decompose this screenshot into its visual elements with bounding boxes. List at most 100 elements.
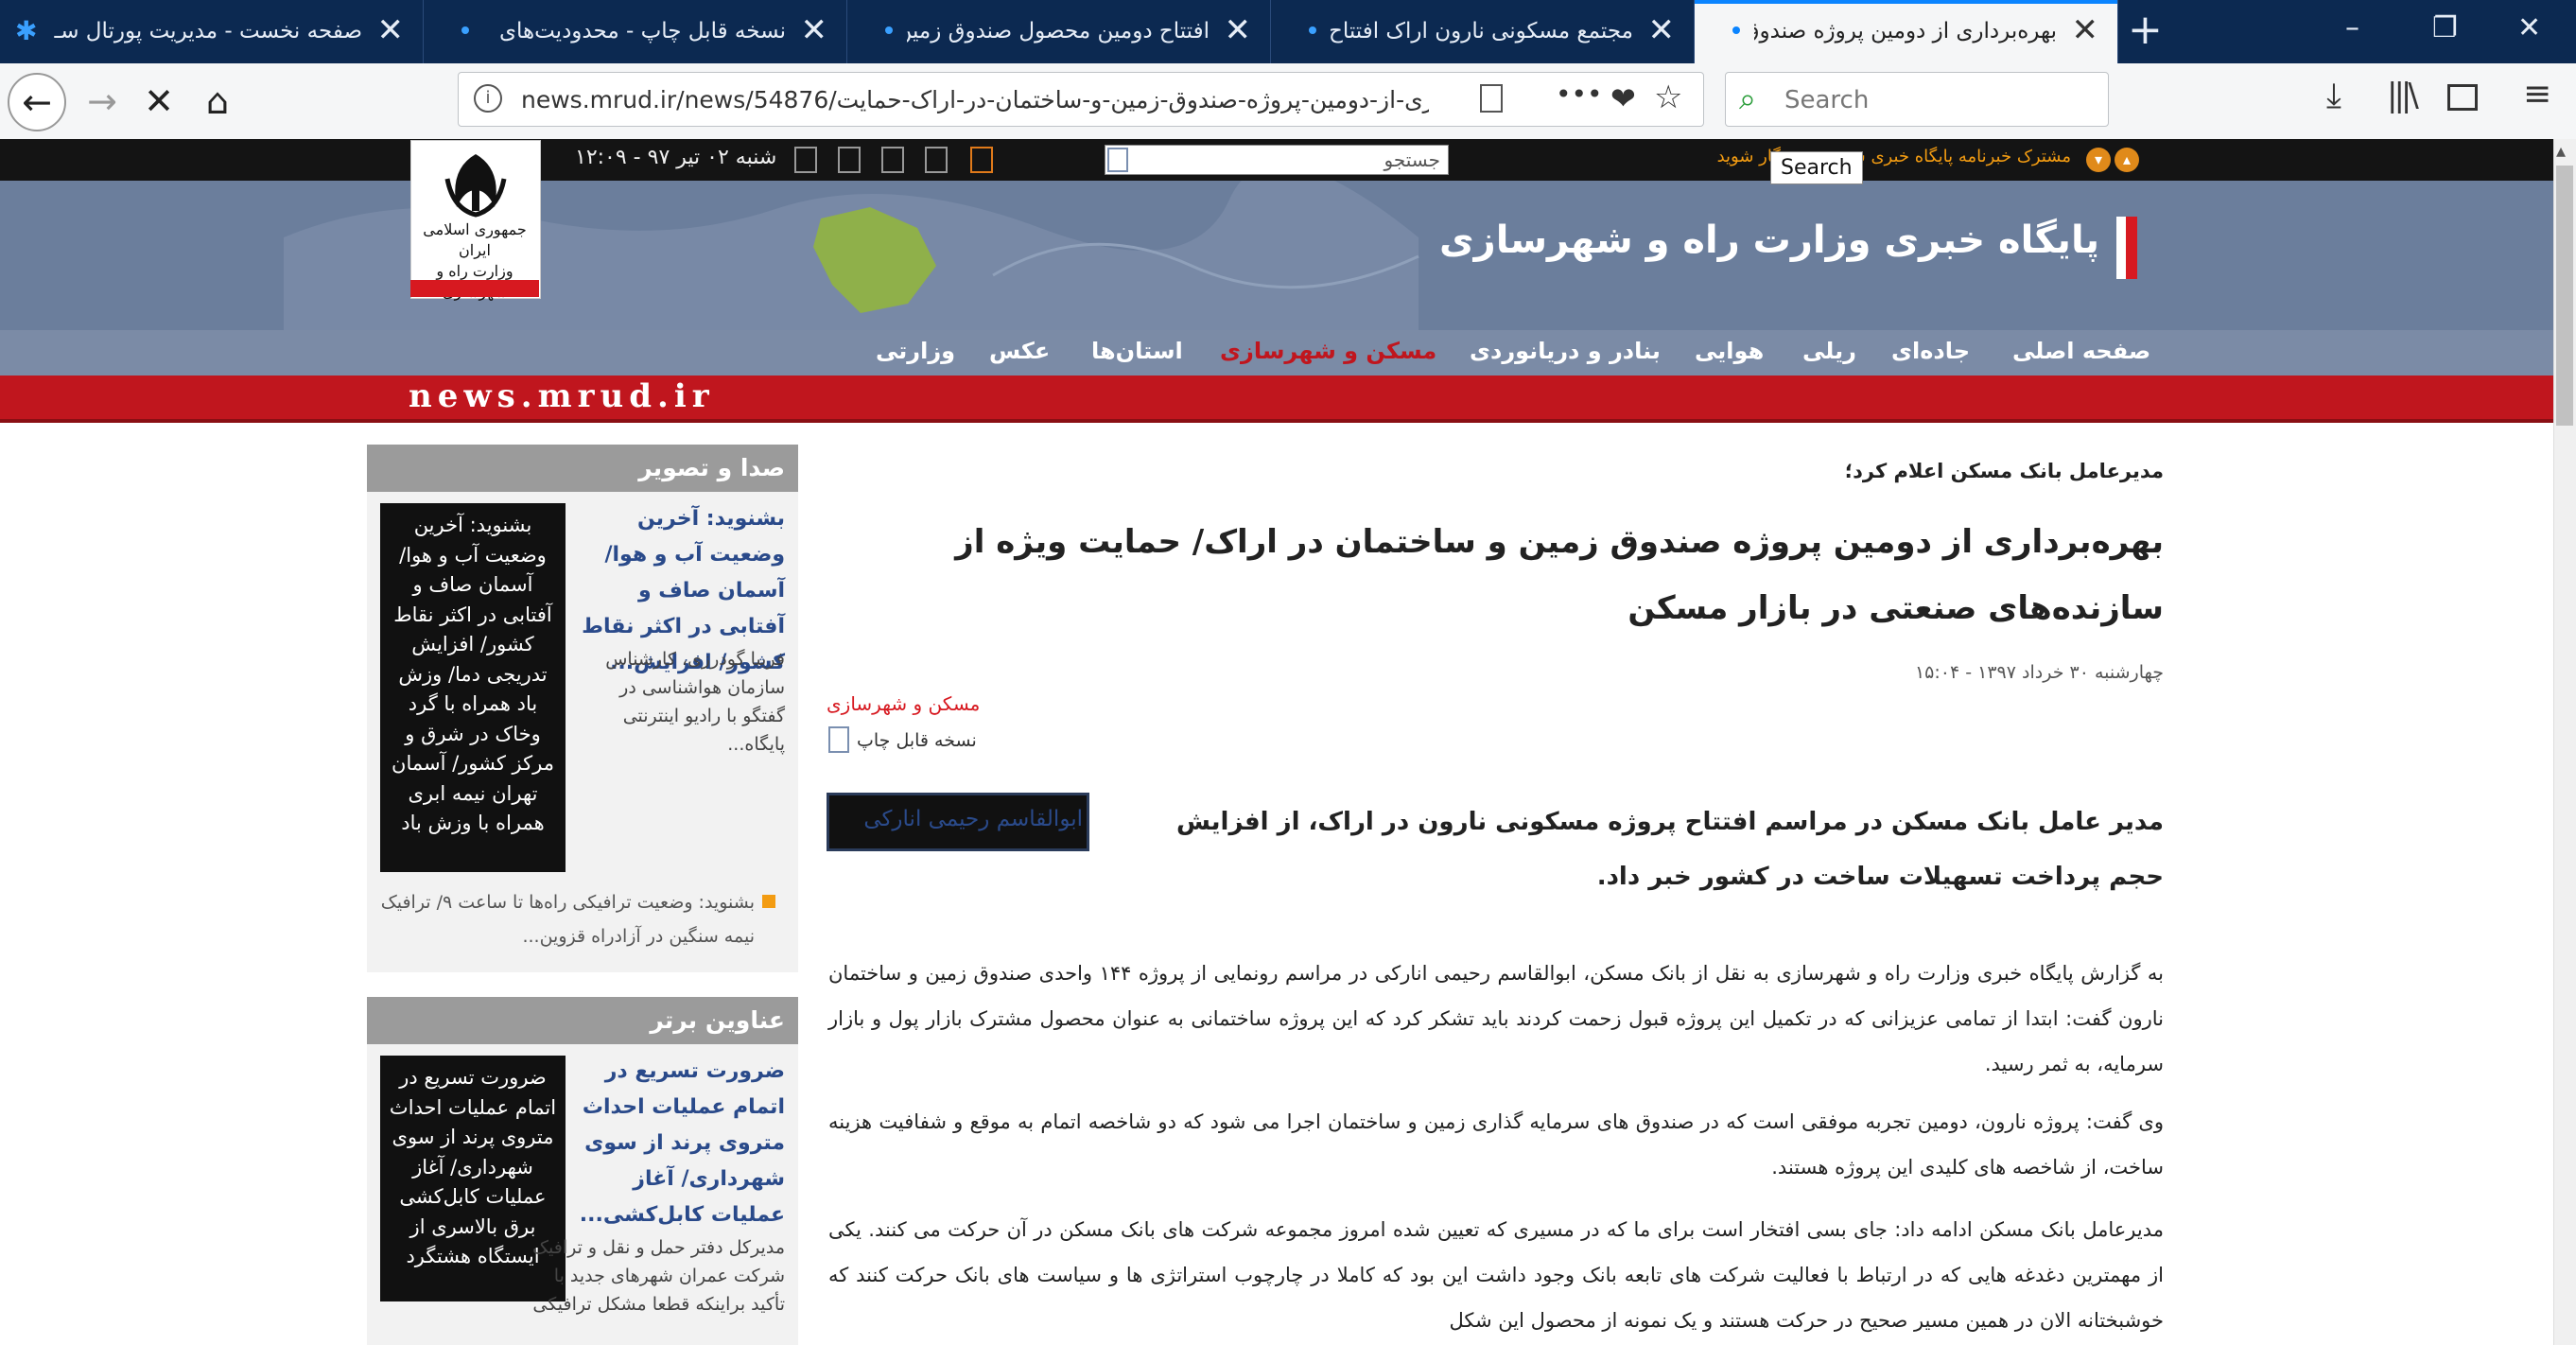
search-box[interactable]: ⌕ Search	[1725, 72, 2109, 127]
tab-portal-home[interactable]: ✱ صفحه نخست - مدیریت پورتال سـ ✕	[0, 0, 424, 63]
stop-icon: ✕	[144, 80, 174, 122]
world-map-backdrop	[284, 181, 1419, 330]
site-search-placeholder: جستجو	[1384, 148, 1440, 171]
menu-item-ministry[interactable]: وزارتی	[876, 338, 955, 364]
rss-icon[interactable]	[881, 147, 904, 173]
media-thumbnail[interactable]: بشنوید: آخرین وضعیت آب و هوا/ آسمان صاف …	[380, 503, 566, 872]
main-menu: صفحه اصلی جاده‌ای ریلی هوایی بنادر و دری…	[0, 330, 2553, 376]
bullet-square-icon	[762, 895, 775, 908]
article-lead: مدیر عامل بانک مسکن در مراسم افتتاح پروژ…	[1176, 808, 2164, 891]
tab-strip: ✱ صفحه نخست - مدیریت پورتال سـ ✕ نسخه قا…	[0, 0, 2576, 63]
reader-view-icon[interactable]	[1480, 84, 1503, 113]
archive-icon[interactable]	[925, 147, 948, 173]
tab-title: نسخه قابل چاپ - محدودیت‌های	[498, 19, 786, 44]
address-bar[interactable]: i news.mrud.ir/news/54876/بهره‌برداری-از…	[458, 72, 1704, 127]
restore-button[interactable]: ❐	[2432, 11, 2458, 44]
back-button[interactable]: ←	[8, 73, 66, 131]
tab-active-article[interactable]: بهره‌برداری از دومین پروژه صندوق ✕	[1695, 0, 2118, 63]
newsletter-up-icon[interactable]: ▴	[2115, 148, 2139, 172]
search-placeholder: Search	[1784, 86, 1870, 114]
site-search-input[interactable]: جستجو	[1105, 145, 1449, 175]
site-domain-text: news.mrud.ir	[409, 377, 715, 415]
menu-item-housing[interactable]: مسکن و شهرسازی	[1220, 338, 1436, 364]
newsletter-down-icon[interactable]: ▾	[2086, 148, 2111, 172]
minimize-button[interactable]: –	[2345, 11, 2359, 44]
article-paragraph: به گزارش پایگاه خبری وزارت راه و شهرسازی…	[828, 962, 2164, 1075]
url-text[interactable]: news.mrud.ir/news/54876/بهره‌برداری-از-د…	[521, 86, 1429, 114]
article-category-link[interactable]: مسکن و شهرسازی	[827, 692, 980, 715]
print-version-link[interactable]: نسخه قابل چاپ	[857, 730, 977, 751]
menu-item-road[interactable]: جاده‌ای	[1891, 338, 1970, 364]
tab-second-product[interactable]: افتتاح دومین محصول صندوق زمین ✕	[847, 0, 1271, 63]
home-button[interactable]: ⌂	[189, 73, 246, 130]
page-actions-more-icon[interactable]: •••	[1556, 79, 1603, 110]
date-line: شنبه ۰۲ تیر ۹۷ - ۱۲:۰۹	[575, 146, 777, 169]
sitemap-icon[interactable]	[838, 147, 861, 173]
menu-item-rail[interactable]: ریلی	[1802, 338, 1856, 364]
loading-dot-icon	[1732, 26, 1740, 34]
tab-title: مجتمع مسکونی نارون اراک افتتاح	[1331, 19, 1633, 44]
scrollbar-thumb[interactable]	[2556, 166, 2573, 426]
hamburger-menu-icon[interactable]: ≡	[2523, 75, 2551, 114]
library-icon[interactable]: |||\	[2387, 77, 2419, 114]
pocket-icon[interactable]: ❤	[1610, 80, 1636, 116]
title-flag-white	[2116, 217, 2126, 279]
close-tab-icon[interactable]: ✕	[1648, 11, 1676, 49]
newsletter-link[interactable]: مشترک خبرنامه پایگاه خبری شـ... د خبرنگا…	[1664, 147, 2071, 166]
title-flag-red	[2126, 217, 2137, 279]
top-news-summary: مدیرکل دفتر حمل و نقل و ترافیک شرکت عمرا…	[532, 1237, 785, 1315]
top-news-heading: عناوین برتر	[367, 997, 798, 1044]
close-tab-icon[interactable]: ✕	[377, 11, 405, 49]
download-icon[interactable]: ⤓	[2326, 77, 2341, 116]
media-summary: فریبا گودرزی، کارشناس سازمان هواشناسی در…	[605, 649, 785, 755]
article-paragraph: وی گفت: پروژه نارون، دومین تجربه موفقی ا…	[828, 1110, 2164, 1179]
close-tab-icon[interactable]: ✕	[801, 11, 828, 49]
article-paragraph: مدیرعامل بانک مسکن ادامه داد: جای بسی اف…	[828, 1218, 2164, 1332]
portal-favicon-icon: ✱	[15, 15, 38, 46]
home-page-icon[interactable]	[970, 147, 993, 173]
site-title: پایگاه خبری وزارت راه و شهرسازی	[1439, 218, 2099, 262]
menu-item-air[interactable]: هوایی	[1695, 338, 1764, 364]
menu-item-ports[interactable]: بنادر و دریانوردی	[1470, 338, 1661, 364]
article-supertitle: مدیرعامل بانک مسکن اعلام کرد؛	[1844, 460, 2164, 482]
contact-icon[interactable]	[794, 147, 817, 173]
bookmark-star-icon[interactable]: ☆	[1654, 79, 1682, 116]
search-icon: ⌕	[1739, 80, 1756, 116]
menu-item-home[interactable]: صفحه اصلی	[2012, 338, 2150, 364]
close-tab-icon[interactable]: ✕	[1225, 11, 1252, 49]
window-close-button[interactable]: ✕	[2517, 11, 2541, 44]
close-tab-icon[interactable]: ✕	[2072, 11, 2099, 49]
domain-red-bar: news.mrud.ir	[0, 376, 2553, 423]
active-tab-indicator	[1695, 0, 2117, 4]
media-list-item-link[interactable]: بشنوید: وضعیت ترافیکی راه‌ها تا ساعت ۹/ …	[376, 885, 755, 953]
site-banner: پایگاه خبری وزارت راه و شهرسازی	[0, 181, 2553, 330]
navigation-toolbar: ← → ✕ ⌂ i news.mrud.ir/news/54876/بهره‌ب…	[0, 63, 2576, 140]
tab-title: بهره‌برداری از دومین پروژه صندوق	[1754, 19, 2057, 44]
loading-dot-icon	[885, 26, 893, 34]
back-icon: ←	[22, 81, 52, 123]
printer-icon[interactable]	[828, 726, 849, 753]
site-search-icon[interactable]	[1107, 148, 1128, 172]
media-box-heading: صدا و تصویر	[367, 445, 798, 492]
site-top-strip: شنبه ۰۲ تیر ۹۷ - ۱۲:۰۹ جستجو مشترک خبرنا…	[0, 139, 2553, 181]
tab-naron-complex[interactable]: مجتمع مسکونی نارون اراک افتتاح ✕	[1271, 0, 1695, 63]
forward-button[interactable]: →	[74, 73, 131, 130]
site-info-icon[interactable]: i	[474, 84, 502, 113]
emblem-red-band	[410, 280, 539, 297]
forward-icon: →	[87, 80, 117, 122]
tab-print-version[interactable]: نسخه قابل چاپ - محدودیت‌های ✕	[424, 0, 847, 63]
tab-title: افتتاح دومین محصول صندوق زمین	[907, 19, 1210, 44]
loading-dot-icon	[1309, 26, 1316, 34]
scroll-up-icon[interactable]: ▴	[2556, 139, 2566, 162]
article-date: چهارشنبه ۳۰ خرداد ۱۳۹۷ - ۱۵:۰۴	[1914, 662, 2164, 683]
home-icon: ⌂	[205, 80, 230, 122]
sidebar-toggle-icon[interactable]	[2447, 84, 2478, 111]
article-title: بهره‌برداری از دومین پروژه صندوق زمین و …	[955, 523, 2164, 627]
top-news-headline-link[interactable]: ضرورت تسریع در اتمام عملیات احداث متروی …	[575, 1054, 785, 1233]
search-tooltip: Search	[1770, 151, 1863, 184]
menu-item-provinces[interactable]: استان‌ها	[1091, 338, 1183, 364]
menu-item-photo[interactable]: عکس	[989, 338, 1050, 364]
new-tab-button[interactable]: +	[2128, 6, 2163, 54]
stop-button[interactable]: ✕	[131, 73, 187, 130]
author-photo: ابوالقاسم رحیمی انارکی	[827, 793, 1089, 851]
